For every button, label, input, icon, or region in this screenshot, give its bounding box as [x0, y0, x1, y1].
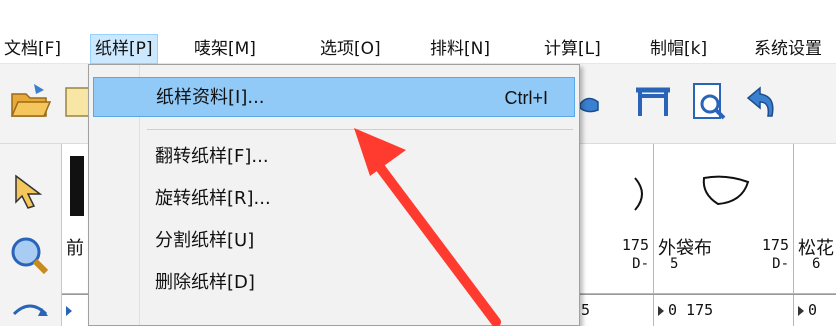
menu-document[interactable]: 文档[F]	[0, 34, 65, 64]
open-folder-icon[interactable]	[6, 76, 52, 126]
zoom-icon[interactable]	[2, 230, 58, 280]
hanger-icon[interactable]	[630, 76, 676, 126]
pattern-cell[interactable]: 松花 6	[794, 144, 836, 294]
data-cell[interactable]: 75	[568, 295, 654, 326]
menu-calculate[interactable]: 计算[L]	[540, 34, 605, 64]
menu-layout[interactable]: 排料[N]	[426, 34, 494, 64]
pattern-dropdown-menu: 纸样资料[I]... Ctrl+I 翻转纸样[F]... 旋转纸样[R]... …	[88, 64, 580, 326]
menu-item-label: 分割纸样[U]	[155, 230, 255, 251]
menu-item-rotate-pattern[interactable]: 旋转纸样[R]...	[93, 179, 575, 219]
menu-item-label: 纸样资料[I]...	[156, 87, 265, 108]
data-cell[interactable]: 0 175	[654, 295, 794, 326]
data-cell[interactable]: 0	[794, 295, 836, 326]
preview-icon[interactable]	[686, 76, 732, 126]
pattern-count-small: 5	[670, 256, 679, 272]
rotate-icon[interactable]	[2, 284, 58, 326]
select-arrow-icon[interactable]	[2, 164, 58, 214]
pattern-shape	[634, 177, 643, 211]
pattern-count: 175	[761, 236, 789, 254]
menu-system-settings[interactable]: 系统设置	[750, 34, 826, 64]
pattern-code: D-	[632, 256, 649, 272]
pattern-name: 外袋布	[658, 238, 712, 259]
data-cell-value: 0	[808, 301, 818, 319]
menu-options[interactable]: 选项[O]	[316, 34, 385, 64]
pattern-cell[interactable]: 外袋布 175 5 D-	[654, 144, 794, 294]
pattern-count-small: 6	[812, 256, 821, 272]
title-strip	[0, 0, 836, 34]
pattern-shape	[70, 156, 84, 216]
menu-bar: 文档[F] 纸样[P] 唛架[M] 选项[O] 排料[N] 计算[L] 制帽[k…	[0, 34, 836, 64]
menu-item-label: 旋转纸样[R]...	[155, 188, 271, 209]
menu-item-pattern-info[interactable]: 纸样资料[I]... Ctrl+I	[93, 77, 575, 117]
menu-marker[interactable]: 唛架[M]	[190, 34, 260, 64]
menu-hat[interactable]: 制帽[k]	[646, 34, 711, 64]
left-toolbar	[0, 144, 62, 326]
menu-item-flip-pattern[interactable]: 翻转纸样[F]...	[93, 137, 575, 177]
pattern-name: 前	[66, 238, 84, 259]
undo-icon[interactable]	[742, 76, 788, 126]
menu-item-delete-pattern[interactable]: 删除纸样[D]	[93, 263, 575, 303]
glasses-icon[interactable]	[578, 76, 624, 126]
menu-pattern[interactable]: 纸样[P]	[90, 34, 158, 64]
pattern-code: D-	[772, 256, 789, 272]
menu-item-label: 删除纸样[D]	[155, 272, 255, 293]
pattern-count: 175	[621, 236, 649, 254]
pattern-shape	[702, 175, 750, 206]
data-cell-value: 0 175	[668, 301, 714, 319]
menu-separator	[147, 129, 573, 130]
menu-item-label: 翻转纸样[F]...	[155, 146, 269, 167]
menu-item-shortcut: Ctrl+I	[504, 88, 548, 108]
menu-item-split-pattern[interactable]: 分割纸样[U]	[93, 221, 575, 261]
